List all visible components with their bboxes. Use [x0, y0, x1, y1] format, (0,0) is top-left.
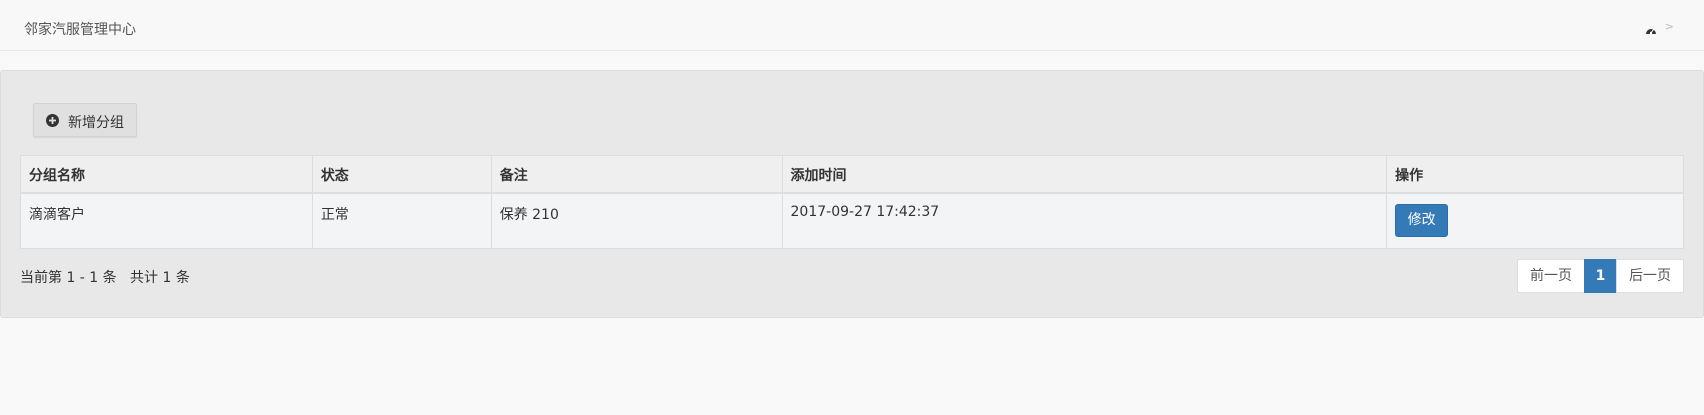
- pagination: 前一页 1 后一页: [1517, 259, 1684, 293]
- dashboard-icon[interactable]: [1645, 25, 1657, 35]
- header-status: 状态: [311, 155, 492, 194]
- content-panel: 新增分组 分组名称 状态 备注 添加时间 操作 滴滴客户 正常 保养 210 2…: [0, 70, 1704, 318]
- cell-actions: 修改: [1386, 192, 1684, 249]
- cell-status: 正常: [311, 192, 492, 249]
- next-page-button[interactable]: 后一页: [1616, 259, 1684, 293]
- breadcrumb-separator: >: [1664, 20, 1674, 33]
- edit-button[interactable]: 修改: [1395, 203, 1449, 237]
- header-group-name: 分组名称: [20, 155, 313, 194]
- prev-page-button[interactable]: 前一页: [1517, 259, 1585, 293]
- add-group-label: 新增分组: [68, 115, 124, 131]
- brand-title[interactable]: 邻家汽服管理中心: [24, 0, 136, 51]
- group-table: 分组名称 状态 备注 添加时间 操作 滴滴客户 正常 保养 210 2017-0…: [20, 155, 1684, 249]
- add-group-button[interactable]: 新增分组: [33, 103, 137, 137]
- cell-remark: 保养 210: [490, 192, 783, 249]
- header-actions: 操作: [1386, 155, 1684, 194]
- cell-group-name: 滴滴客户: [20, 192, 313, 249]
- header-remark: 备注: [490, 155, 783, 194]
- top-navbar: 邻家汽服管理中心 >: [0, 0, 1704, 51]
- current-page-button[interactable]: 1: [1584, 259, 1617, 293]
- table-header-row: 分组名称 状态 备注 添加时间 操作: [20, 155, 1684, 194]
- cell-added-at: 2017-09-27 17:42:37: [781, 192, 1388, 249]
- header-added-at: 添加时间: [781, 155, 1388, 194]
- record-summary: 当前第 1 - 1 条 共计 1 条: [20, 270, 190, 286]
- table-row: 滴滴客户 正常 保养 210 2017-09-27 17:42:37 修改: [20, 192, 1684, 249]
- plus-circle-icon: [46, 114, 59, 127]
